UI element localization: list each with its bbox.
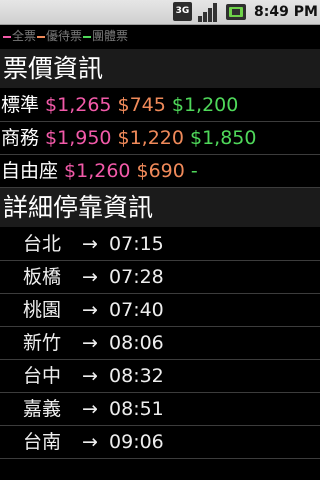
stop-row[interactable]: 台北 → 07:15 bbox=[0, 228, 320, 261]
status-time: 8:49 PM bbox=[254, 4, 318, 20]
stop-station: 台南 bbox=[23, 431, 62, 453]
fare-full: $1,950 bbox=[45, 127, 112, 149]
arrow-right-icon: → bbox=[82, 332, 98, 354]
stop-time: 07:15 bbox=[109, 233, 164, 255]
fare-row-non-reserved: 自由座 $1,260 $690- bbox=[0, 155, 320, 188]
arrow-right-icon: → bbox=[82, 266, 98, 288]
fare-group: $1,850 bbox=[189, 127, 257, 149]
status-bar: 3G 8:49 PM bbox=[0, 0, 320, 25]
fare-legend: 全票 優待票 團體票 bbox=[0, 25, 320, 49]
legend-swatch-group bbox=[83, 35, 92, 38]
fare-concession: $745 bbox=[117, 94, 166, 116]
stop-time: 08:06 bbox=[109, 332, 164, 354]
stop-station: 嘉義 bbox=[23, 398, 62, 420]
fare-row-business: 商務 $1,950 $1,220 $1,850 bbox=[0, 122, 320, 155]
fare-class: 自由座 bbox=[1, 160, 59, 182]
3g-icon: 3G bbox=[173, 2, 192, 21]
legend-swatch-full bbox=[3, 35, 11, 38]
stops-section-title: 詳細停靠資訊 bbox=[0, 188, 320, 228]
fare-concession: $690 bbox=[136, 160, 185, 182]
stop-row[interactable]: 桃園 → 07:40 bbox=[0, 294, 320, 327]
stop-time: 08:51 bbox=[109, 398, 164, 420]
stop-station: 新竹 bbox=[23, 332, 62, 354]
stop-station: 台中 bbox=[23, 365, 62, 387]
stop-row[interactable]: 嘉義 → 08:51 bbox=[0, 393, 320, 426]
fare-full: $1,265 bbox=[45, 94, 112, 116]
legend-swatch-concession bbox=[37, 35, 46, 38]
fare-section-title: 票價資訊 bbox=[0, 49, 320, 89]
fare-row-standard: 標準 $1,265 $745 $1,200 bbox=[0, 89, 320, 122]
legend-label-full: 全票 bbox=[12, 29, 37, 43]
arrow-right-icon: → bbox=[82, 299, 98, 321]
arrow-right-icon: → bbox=[82, 233, 98, 255]
arrow-right-icon: → bbox=[82, 365, 98, 387]
fare-group: - bbox=[190, 160, 198, 182]
stop-time: 07:40 bbox=[109, 299, 164, 321]
stop-time: 09:06 bbox=[109, 431, 164, 453]
battery-icon bbox=[226, 4, 246, 20]
stop-row[interactable]: 台南 → 09:06 bbox=[0, 426, 320, 459]
stop-row[interactable]: 板橋 → 07:28 bbox=[0, 261, 320, 294]
fare-concession: $1,220 bbox=[117, 127, 184, 149]
stop-station: 板橋 bbox=[23, 266, 62, 288]
stop-time: 07:28 bbox=[109, 266, 164, 288]
stop-station: 桃園 bbox=[23, 299, 62, 321]
arrow-right-icon: → bbox=[82, 398, 98, 420]
stop-row[interactable]: 新竹 → 08:06 bbox=[0, 327, 320, 360]
fare-class: 標準 bbox=[1, 94, 40, 116]
fare-full: $1,260 bbox=[64, 160, 131, 182]
legend-label-group: 團體票 bbox=[92, 29, 129, 43]
legend-label-concession: 優待票 bbox=[46, 29, 83, 43]
stop-row[interactable]: 台中 → 08:32 bbox=[0, 360, 320, 393]
stop-time: 08:32 bbox=[109, 365, 164, 387]
fare-group: $1,200 bbox=[171, 94, 239, 116]
arrow-right-icon: → bbox=[82, 431, 98, 453]
fare-class: 商務 bbox=[1, 127, 40, 149]
signal-icon bbox=[198, 3, 217, 22]
stop-station: 台北 bbox=[23, 233, 62, 255]
